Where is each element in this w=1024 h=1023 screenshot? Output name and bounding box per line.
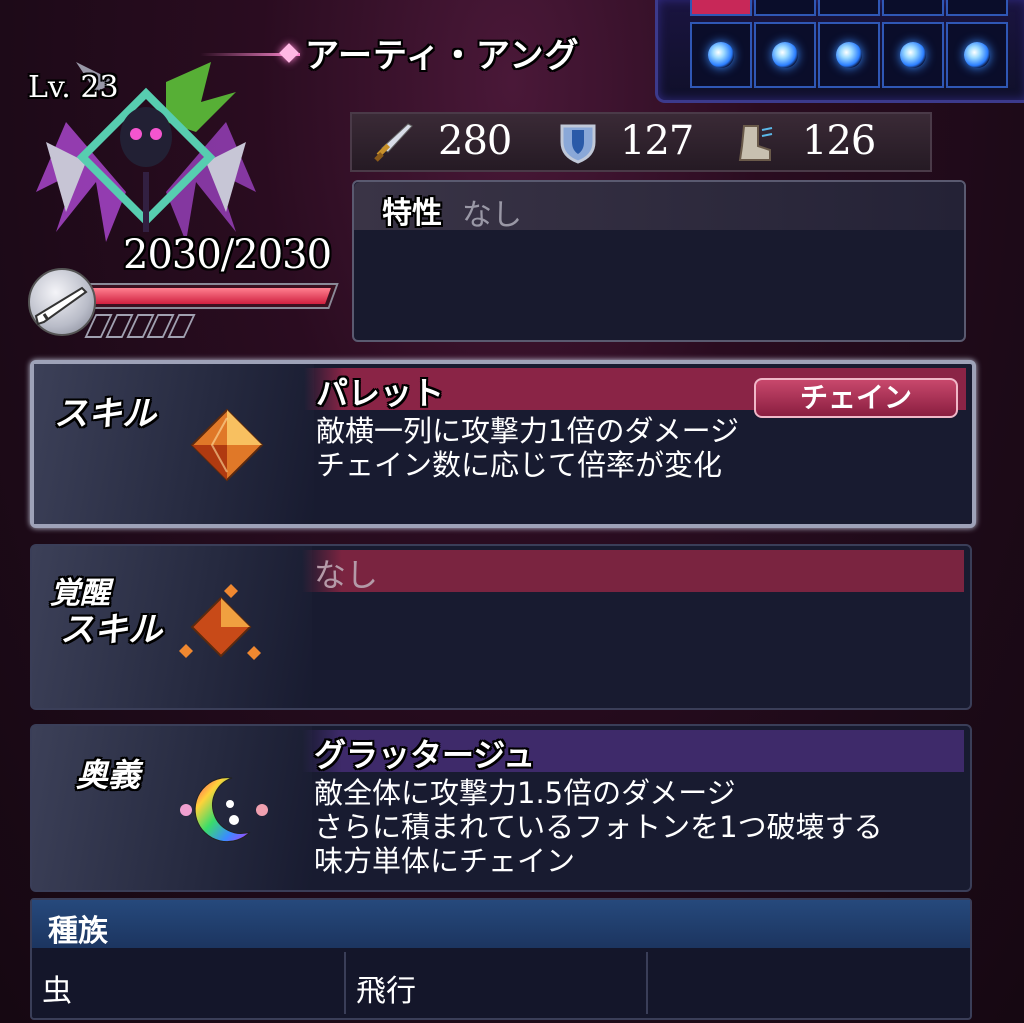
stats-bar: 280 127 126 [350,112,932,172]
awaken-skill-name: なし [314,556,379,594]
speed-value: 126 [802,118,876,164]
orb-slot-2 [754,22,816,88]
blue-orb-icon [900,42,926,68]
unit-name: アーティ・アング [305,36,580,76]
hp-bar-fill [85,288,331,304]
orb-slot-1 [690,22,752,88]
skill-panel[interactable]: スキル パレット チェイン 敵横一列に攻撃力1倍のダメージ チェイン数に応じて倍… [30,360,976,528]
defense-value: 127 [620,118,694,164]
awaken-skill-panel[interactable]: 覚醒 スキル なし [30,544,972,710]
race-cell-2: 飛行 [346,952,648,1014]
shield-icon [560,124,596,164]
photon-orb-panel [655,0,1024,103]
trait-box: 特性 なし [352,180,966,342]
trait-value: なし [462,198,522,233]
attack-value: 280 [438,118,512,164]
unit-level: Lv. 23 [28,70,119,105]
trait-label: 特性 [382,196,442,231]
gauge-stripes [84,314,196,338]
unit-detail-screen: { "unit": { "name": "アーティ・アング", "level":… [0,0,1024,1023]
skill-desc-line-2: チェイン数に応じて倍率が変化 [316,448,723,482]
ougi-panel-left [32,726,312,890]
top-slot [882,0,944,16]
race-value-1: 虫 [42,974,72,1009]
ougi-header: グラッタージュ [302,730,964,774]
race-cell-1: 虫 [32,952,346,1014]
skill-desc-line-1: 敵横一列に攻撃力1倍のダメージ [316,414,740,448]
orb-slot-5 [946,22,1008,88]
race-value-2: 飛行 [356,974,416,1009]
sword-icon [374,123,413,162]
name-decoration-star [279,43,299,63]
hp-bar [77,283,339,309]
ougi-desc-line-1: 敵全体に攻撃力1.5倍のダメージ [314,776,736,810]
chain-badge: チェイン [754,378,958,418]
rifle-type-icon [28,268,96,336]
ougi-desc-line-2: さらに積まれているフォトンを1つ破壊する [314,810,883,844]
trait-header: 特性 なし [354,182,964,233]
awaken-label-line-2: スキル [60,610,162,650]
crystal-icon [190,408,264,482]
ougi-name: グラッタージュ [314,736,536,774]
awaken-header: なし [302,550,964,594]
boot-icon [738,125,773,161]
race-cell-3 [648,952,968,1014]
skill-header: パレット チェイン [304,368,966,418]
skill-label: スキル [54,394,156,434]
race-label: 種族 [48,914,108,949]
orb-slot-4 [882,22,944,88]
orb-slot-3 [818,22,880,88]
blue-orb-icon [772,42,798,68]
ougi-label: 奥義 [76,756,141,794]
blue-orb-icon [836,42,862,68]
blue-orb-icon [964,42,990,68]
race-header: 種族 [32,900,970,949]
unit-hp: 2030/2030 [123,232,332,278]
crystal-cluster-icon [179,584,261,660]
top-slot [818,0,880,16]
race-table: 種族 虫 飛行 [30,898,972,1020]
ougi-desc-line-3: 味方単体にチェイン [314,844,576,878]
top-slot [946,0,1008,16]
skill-name: パレット [316,374,445,412]
rainbow-moon-icon [180,777,268,843]
top-slot [754,0,816,16]
top-slot-active [690,0,752,16]
ougi-panel[interactable]: 奥義 グラッタージュ 敵全体に攻撃力1.5倍のダメージ さらに積まれているフォト… [30,724,972,892]
blue-orb-icon [708,42,734,68]
